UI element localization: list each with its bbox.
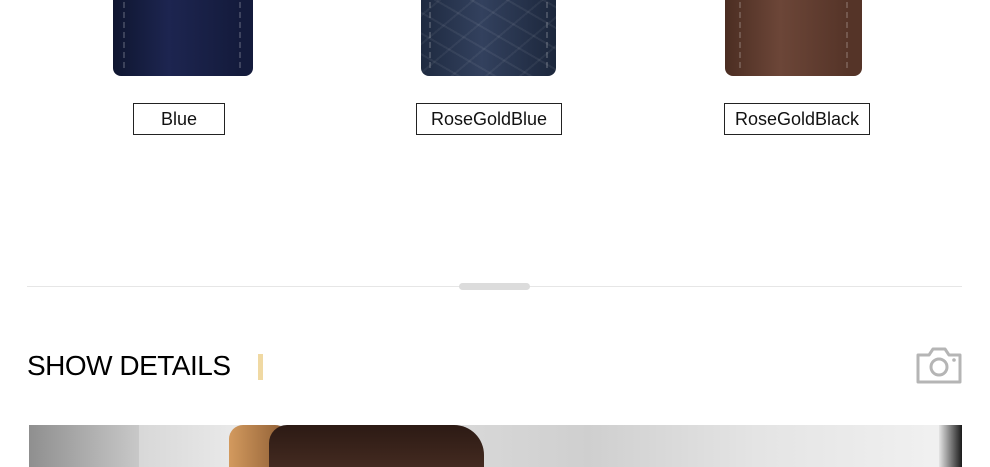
color-option-rose-gold-blue[interactable]: RoseGoldBlue <box>416 103 562 135</box>
color-option-rose-gold-black[interactable]: RoseGoldBlack <box>724 103 870 135</box>
color-option-label: RoseGoldBlue <box>430 108 548 129</box>
camera-icon[interactable] <box>915 345 963 385</box>
color-option-blue[interactable]: Blue <box>133 103 225 135</box>
color-option-label: RoseGoldBlack <box>734 108 860 129</box>
strap-image-rose-gold-blue <box>421 0 556 76</box>
title-accent-bar <box>258 354 263 380</box>
strap-image-rose-gold-black <box>725 0 862 76</box>
section-title: SHOW DETAILS <box>27 350 231 381</box>
scroll-handle[interactable] <box>459 283 530 290</box>
strap-image-blue <box>113 0 253 76</box>
color-option-label: Blue <box>160 108 198 129</box>
detail-photo <box>29 425 962 467</box>
